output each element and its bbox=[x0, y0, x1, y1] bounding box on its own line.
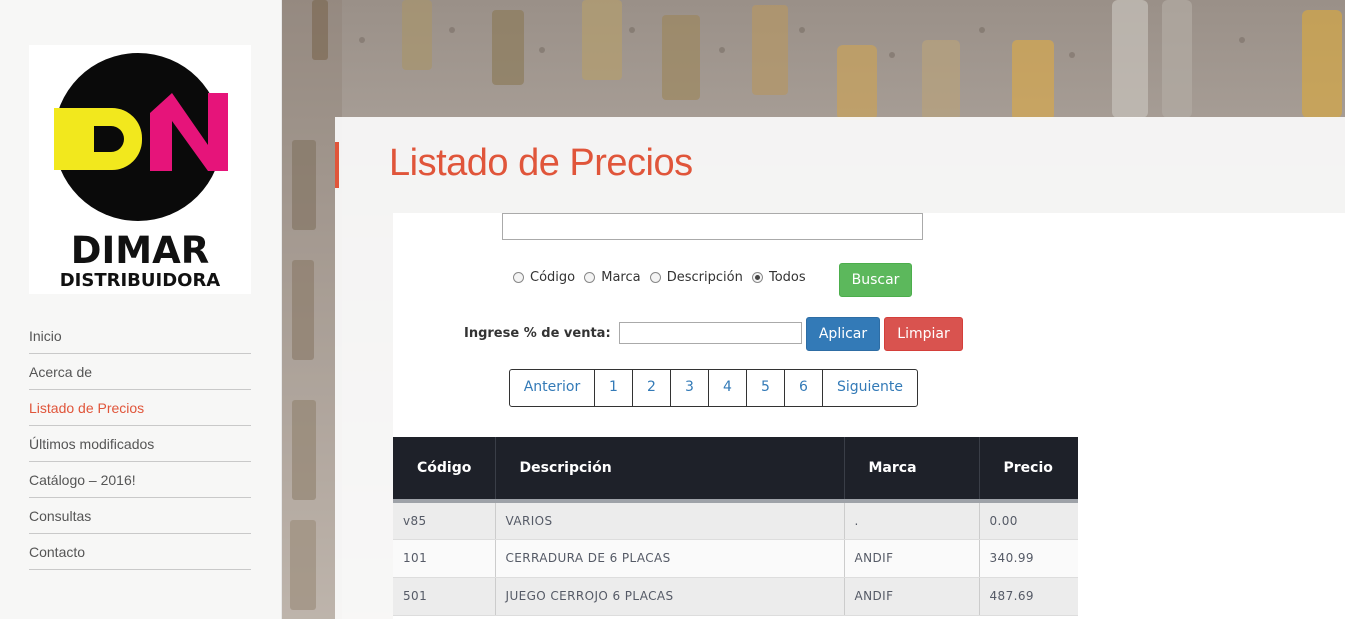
table-cell: . bbox=[843, 501, 979, 540]
site-logo[interactable]: DIMAR DISTRIBUIDORA bbox=[29, 45, 251, 294]
search-button[interactable]: Buscar bbox=[839, 263, 912, 297]
logo-text-primary: DIMAR bbox=[70, 229, 210, 272]
title-accent-bar bbox=[335, 142, 339, 188]
pagination-page[interactable]: 5 bbox=[747, 370, 785, 406]
radio-option-marca[interactable]: Marca bbox=[584, 270, 645, 285]
column-header-codigo[interactable]: Código bbox=[393, 437, 495, 503]
column-header-descripcion[interactable]: Descripción bbox=[494, 437, 844, 503]
radio-option-codigo[interactable]: Código bbox=[513, 270, 580, 285]
pagination: Anterior 1 2 3 4 5 6 Siguiente bbox=[509, 369, 918, 407]
pagination-page[interactable]: 1 bbox=[595, 370, 633, 406]
pagination-next[interactable]: Siguiente bbox=[823, 370, 917, 406]
logo-m-shape bbox=[150, 93, 228, 171]
radio-marca[interactable] bbox=[584, 272, 596, 283]
nav-item-1[interactable]: Acerca de bbox=[29, 354, 251, 390]
table-cell: 487.69 bbox=[978, 577, 1078, 616]
page-title: Listado de Precios bbox=[389, 142, 693, 184]
table-row: 501 JUEGO CERROJO 6 PLACAS ANDIF 487.69 bbox=[393, 577, 1078, 616]
table-cell: CERRADURA DE 6 PLACAS bbox=[494, 539, 844, 578]
table-cell: v85 bbox=[393, 501, 495, 540]
search-filter-radios: Código Marca Descripción Todos bbox=[513, 270, 811, 287]
table-row: 101 CERRADURA DE 6 PLACAS ANDIF 340.99 bbox=[393, 539, 1078, 578]
radio-label: Código bbox=[530, 270, 576, 285]
clear-button[interactable]: Limpiar bbox=[884, 317, 963, 351]
logo-d-shape bbox=[54, 108, 142, 170]
table-cell: 101 bbox=[393, 539, 495, 578]
pagination-prev[interactable]: Anterior bbox=[510, 370, 595, 406]
nav-item-0[interactable]: Inicio bbox=[29, 318, 251, 354]
percent-input[interactable] bbox=[619, 322, 802, 344]
radio-label: Marca bbox=[601, 270, 641, 285]
logo-text-secondary: DISTRIBUIDORA bbox=[59, 270, 221, 291]
pagination-page[interactable]: 4 bbox=[709, 370, 747, 406]
search-input[interactable] bbox=[502, 213, 923, 240]
main-nav: Inicio Acerca de Listado de Precios Últimos… bbox=[29, 318, 251, 570]
radio-todos[interactable] bbox=[751, 272, 763, 283]
logo-circle bbox=[54, 53, 228, 221]
table-cell: ANDIF bbox=[843, 577, 979, 616]
price-table: Código Descripción Marca Precio v85 VARIO… bbox=[393, 437, 1078, 616]
nav-item-4[interactable]: Catálogo – 2016! bbox=[29, 462, 251, 498]
column-header-marca[interactable]: Marca bbox=[843, 437, 979, 503]
table-cell: 501 bbox=[393, 577, 495, 616]
radio-option-descripcion[interactable]: Descripción bbox=[649, 270, 748, 285]
table-cell: 340.99 bbox=[978, 539, 1078, 578]
apply-button[interactable]: Aplicar bbox=[806, 317, 880, 351]
column-header-precio[interactable]: Precio bbox=[978, 437, 1078, 503]
radio-label: Descripción bbox=[666, 270, 743, 285]
table-header-row: Código Descripción Marca Precio bbox=[393, 437, 1078, 503]
pagination-page[interactable]: 3 bbox=[671, 370, 709, 406]
radio-option-todos[interactable]: Todos bbox=[751, 270, 811, 285]
radio-label: Todos bbox=[768, 270, 806, 285]
nav-item-5[interactable]: Consultas bbox=[29, 498, 251, 534]
table-cell: 0.00 bbox=[978, 501, 1078, 540]
nav-item-2[interactable]: Listado de Precios bbox=[29, 390, 251, 426]
radio-codigo[interactable] bbox=[513, 272, 524, 283]
table-cell: VARIOS bbox=[494, 501, 844, 540]
table-row: v85 VARIOS. 0.00 bbox=[393, 501, 1078, 540]
nav-item-3[interactable]: Últimos modificados bbox=[29, 426, 251, 462]
percent-label: Ingrese % de venta: bbox=[464, 326, 611, 341]
nav-item-6[interactable]: Contacto bbox=[29, 534, 251, 570]
table-cell: ANDIF bbox=[843, 539, 979, 578]
radio-descripcion[interactable] bbox=[649, 272, 661, 283]
sidebar: DIMAR DISTRIBUIDORA Inicio Acerca de Lista… bbox=[0, 0, 282, 619]
table-cell: JUEGO CERROJO 6 PLACAS bbox=[494, 577, 844, 616]
pagination-page[interactable]: 6 bbox=[785, 370, 823, 406]
pagination-page[interactable]: 2 bbox=[633, 370, 671, 406]
